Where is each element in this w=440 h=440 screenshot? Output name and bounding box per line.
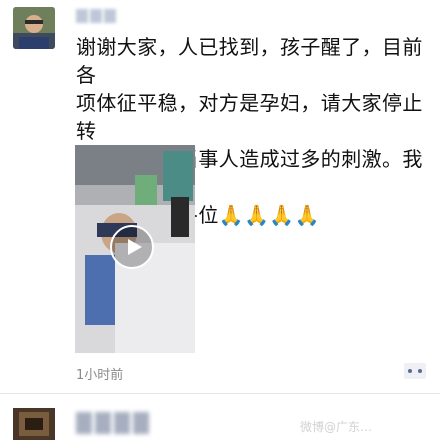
more-icon[interactable] [404, 363, 426, 379]
more-dot [408, 369, 412, 373]
next-post-avatar[interactable] [13, 408, 55, 440]
watermark: 微博@广东… [300, 420, 373, 434]
post-text-line: 谢谢大家，人已找到，孩子醒了，目前各 [76, 35, 423, 87]
post-time: 1小时前 [76, 368, 124, 383]
play-triangle [128, 239, 142, 255]
more-dot [418, 369, 422, 373]
play-icon[interactable] [110, 225, 154, 269]
divider [0, 393, 440, 394]
author-avatar[interactable] [13, 7, 55, 49]
author-name[interactable] [76, 6, 132, 26]
post-text-line: 项体征平稳，对方是孕妇，请大家停止转 [76, 91, 423, 143]
moment-post: 谢谢大家，人已找到，孩子醒了，目前各 项体征平稳，对方是孕妇，请大家停止转 发，… [0, 0, 440, 440]
video-thumbnail[interactable] [75, 145, 195, 353]
next-post-author-name[interactable] [76, 408, 196, 438]
